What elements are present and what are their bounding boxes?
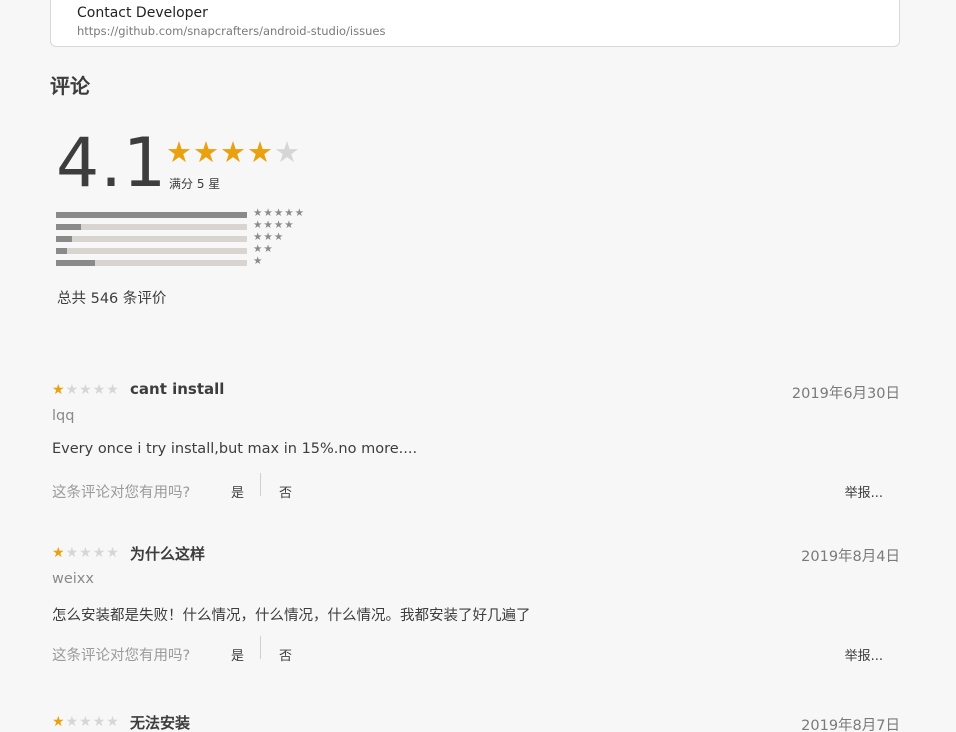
star-empty-icon: ★	[65, 545, 80, 561]
star-filled-icon: ★	[52, 714, 66, 730]
review-date: 2019年8月7日	[801, 718, 900, 732]
star-empty-icon: ★	[79, 714, 93, 730]
histogram-bar-track	[56, 260, 247, 266]
histogram-bar-fill	[56, 224, 81, 230]
contact-developer-card[interactable]: Contact Developer https://github.com/sna…	[50, 0, 900, 47]
review-author: weixx	[52, 571, 94, 587]
star-filled-icon: ★	[193, 135, 220, 169]
star-empty-icon: ★	[92, 545, 107, 561]
histogram-bar-track	[56, 248, 247, 254]
star-filled-icon: ★	[52, 382, 66, 398]
star-filled-icon: ★	[220, 135, 247, 169]
review-rating-stars: ★★★★★	[52, 382, 120, 398]
contact-developer-url[interactable]: https://github.com/snapcrafters/android-…	[77, 24, 385, 38]
star-empty-icon: ★	[79, 382, 93, 398]
star-empty-icon: ★	[106, 382, 120, 398]
contact-developer-title[interactable]: Contact Developer	[77, 5, 208, 21]
helpful-no-button[interactable]: 否	[279, 482, 292, 501]
histogram-star-label: ★★★	[253, 231, 285, 243]
star-empty-icon: ★	[274, 135, 301, 169]
review-rating-stars: ★★★★★	[52, 545, 120, 561]
total-reviews-count: 总共 546 条评价	[57, 291, 167, 307]
reviews-heading: 评论	[50, 74, 90, 98]
histogram-bar-track	[56, 224, 247, 230]
review-title: 为什么这样	[130, 545, 206, 563]
divider	[260, 473, 261, 496]
review-author: lqq	[52, 408, 75, 424]
helpful-prompt: 这条评论对您有用吗?	[52, 485, 191, 501]
histogram-star-label: ★	[253, 255, 264, 267]
histogram-star-label: ★★★★★	[253, 207, 306, 219]
star-empty-icon: ★	[106, 545, 120, 561]
review-title: cant install	[130, 380, 225, 398]
average-rating: 4.1	[56, 124, 168, 203]
helpful-no-button[interactable]: 否	[279, 645, 292, 664]
star-filled-icon: ★	[166, 135, 193, 169]
star-empty-icon: ★	[92, 714, 107, 730]
average-rating-stars: ★★★★★	[166, 136, 301, 168]
histogram-bar-fill	[56, 236, 73, 242]
review-date: 2019年8月4日	[801, 549, 900, 565]
star-filled-icon: ★	[52, 545, 66, 561]
review-date: 2019年6月30日	[791, 386, 900, 402]
histogram-star-label: ★★★★	[253, 219, 295, 231]
divider	[260, 636, 261, 659]
star-empty-icon: ★	[65, 382, 80, 398]
histogram-bar-track	[56, 236, 247, 242]
star-empty-icon: ★	[92, 382, 107, 398]
review-body: 怎么安装都是失败！什么情况，什么情况，什么情况。我都安装了好几遍了	[52, 608, 531, 624]
helpful-yes-button[interactable]: 是	[231, 482, 244, 501]
report-button[interactable]: 举报...	[845, 482, 883, 501]
helpful-yes-button[interactable]: 是	[231, 645, 244, 664]
helpful-prompt: 这条评论对您有用吗?	[52, 648, 191, 664]
histogram-bar-fill	[56, 248, 67, 254]
histogram-star-label: ★★	[253, 243, 274, 255]
histogram-bar-fill	[56, 260, 96, 266]
star-empty-icon: ★	[65, 714, 80, 730]
review-title: 无法安装	[130, 714, 191, 732]
star-empty-icon: ★	[79, 545, 93, 561]
review-body: Every once i try install,but max in 15%.…	[52, 441, 418, 457]
star-filled-icon: ★	[247, 135, 274, 169]
app-page: Contact Developer https://github.com/sna…	[0, 0, 956, 732]
rating-scale-label: 满分 5 星	[169, 177, 221, 191]
histogram-bar-track	[56, 212, 247, 218]
review-rating-stars: ★★★★★	[52, 714, 120, 730]
report-button[interactable]: 举报...	[845, 645, 883, 664]
star-empty-icon: ★	[106, 714, 120, 730]
histogram-bar-fill	[56, 212, 247, 218]
